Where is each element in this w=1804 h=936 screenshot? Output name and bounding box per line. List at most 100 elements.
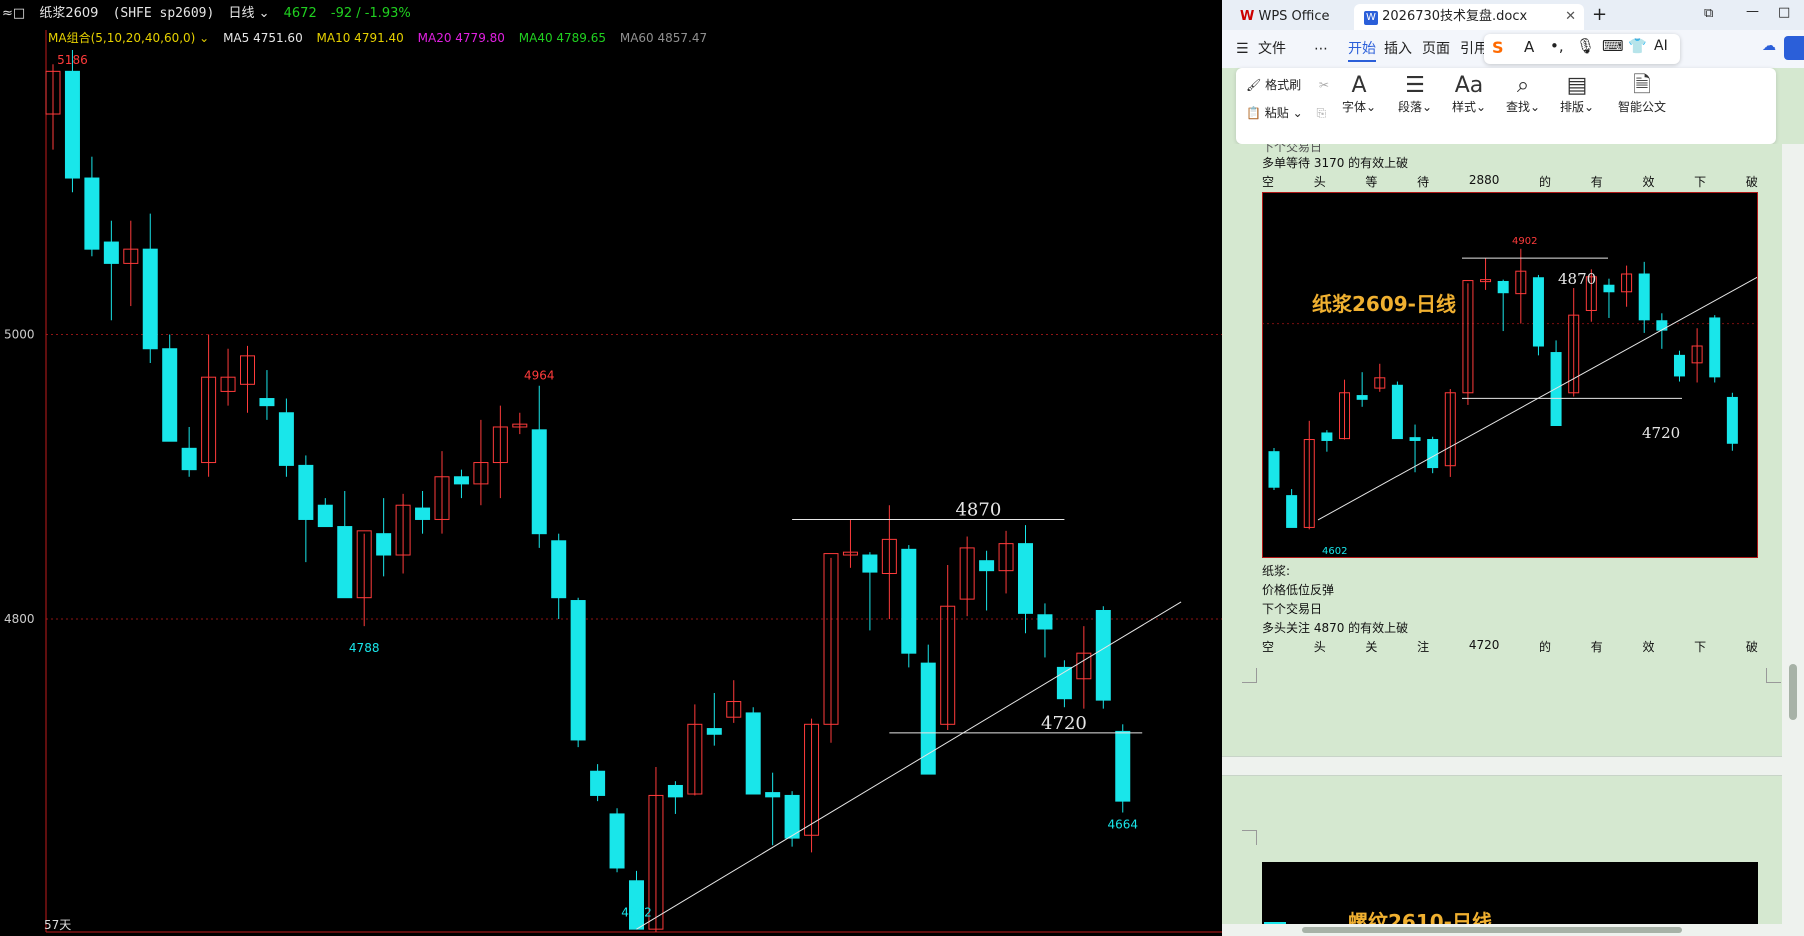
ma40-value: MA40 4789.65 <box>518 31 607 45</box>
candle-body <box>453 476 469 485</box>
ma-group-select[interactable]: MA组合(5,10,20,40,60,0) ⌄ <box>48 28 209 48</box>
kline-chart[interactable]: 5000 4800 4870 4720 5186 4964 4788 4602 4664 <box>0 0 1222 936</box>
minimize-icon[interactable]: — <box>1746 4 1759 19</box>
skin-icon[interactable]: 👕 <box>1628 37 1647 55</box>
cloud-icon[interactable]: ☁ <box>1762 38 1776 54</box>
page-corner-mark <box>1766 668 1781 683</box>
candle-body <box>979 560 995 572</box>
doc-spread-word: 的 <box>1539 640 1552 654</box>
menu-icon[interactable]: ☰ <box>1236 38 1249 60</box>
candle-body <box>376 533 392 556</box>
doc-spread-word: 头 <box>1313 175 1326 189</box>
doc-spread-word: 下 <box>1694 175 1707 189</box>
style-icon: Aa <box>1454 73 1484 98</box>
candle-body <box>901 548 917 654</box>
doc-spread-word: 空 <box>1262 175 1275 189</box>
y-tick-label: 4800 <box>4 612 35 626</box>
chart-header: ≈□ 纸浆2609 (SHFE sp2609) 日线 ⌄ 4672 -92 / … <box>0 0 1222 28</box>
doc-spread-word: 的 <box>1539 175 1552 189</box>
embedded-chart-level-4870: 4870 <box>1558 270 1597 288</box>
menu-page[interactable]: 页面 <box>1422 38 1450 60</box>
candle-body <box>706 728 722 735</box>
tab-document[interactable]: W 2026730技术复盘.docx ✕ <box>1354 4 1584 30</box>
mini-candle-body <box>1532 277 1544 347</box>
doc-spread-word: 2880 <box>1468 173 1500 187</box>
mini-candle-body <box>1497 280 1509 294</box>
find-button[interactable]: ⌕ 查找⌄ <box>1498 74 1548 115</box>
doc-spread-word: 下 <box>1694 640 1707 654</box>
maximize-icon[interactable]: □ <box>1778 5 1790 20</box>
copy-icon[interactable]: ⎘ <box>1317 106 1327 120</box>
paste-button[interactable]: 📋 粘贴 ⌄ ⎘ <box>1246 104 1326 121</box>
new-tab-icon[interactable]: + <box>1592 4 1607 25</box>
font-button[interactable]: A 字体⌄ <box>1334 74 1384 115</box>
ma60-value: MA60 4857.47 <box>619 31 708 45</box>
cut-icon[interactable]: ✂ <box>1319 78 1329 92</box>
menu-file[interactable]: 文件 <box>1258 38 1286 60</box>
page-break <box>1222 756 1782 776</box>
scroll-thumb[interactable] <box>1302 927 1682 933</box>
embedded-chart-title: 纸浆2609-日线 <box>1312 292 1456 316</box>
candle-body <box>415 507 431 520</box>
paste-icon: 📋 <box>1246 106 1261 120</box>
format-painter-button[interactable]: 🖌 格式刷 ✂ <box>1246 76 1329 93</box>
ma-group-label: MA组合(5,10,20,40,60,0) <box>48 31 196 45</box>
candle-body <box>142 248 158 350</box>
wps-menu-bar: ☰ 文件 ⋯ 开始 插入 页面 引用 S A •, 🎙 ⌨ 👕 AI ☁ <box>1222 30 1804 68</box>
symbol-name[interactable]: 纸浆2609 <box>39 0 98 28</box>
doc-spread-word: 等 <box>1365 175 1378 189</box>
scroll-thumb[interactable] <box>1789 664 1797 720</box>
more-icon[interactable]: ⋯ <box>1314 38 1328 60</box>
restore-window-icon[interactable]: ⧉ <box>1704 6 1713 21</box>
smart-doc-button[interactable]: 🗎 智能公文 <box>1610 74 1674 115</box>
ma5-value: MA5 4751.60 <box>223 31 303 45</box>
doc-spread-word: 待 <box>1417 175 1430 189</box>
ai-icon[interactable]: AI <box>1654 38 1668 54</box>
floating-toolbar: S A •, 🎙 ⌨ 👕 AI <box>1484 34 1680 64</box>
embedded-chart-low: 4602 <box>1322 546 1348 557</box>
level-label: 4720 <box>1041 713 1087 734</box>
horizontal-scrollbar[interactable] <box>1222 924 1782 936</box>
embedded-chart-pulp[interactable]: 纸浆2609-日线 4902 4602 4870 4720 <box>1262 192 1759 558</box>
format-painter-label: 格式刷 <box>1265 78 1302 92</box>
keyboard-icon[interactable]: ⌨ <box>1602 37 1624 55</box>
sogou-icon[interactable]: S <box>1492 38 1504 57</box>
document-icon: 🗎 <box>1633 73 1651 98</box>
document-canvas[interactable]: 下个交易日 多单等待 3170 的有效上破 空头等待 2880 的有效下破 纸浆26… <box>1222 144 1782 936</box>
style-button[interactable]: Aa 样式⌄ <box>1444 74 1494 115</box>
doc-note-1: 价格低位反弹 <box>1262 583 1335 597</box>
layout-button[interactable]: ▤ 排版⌄ <box>1552 74 1602 115</box>
price-annotation: 4602 <box>621 906 652 920</box>
mini-candle-body <box>1391 384 1403 440</box>
font-icon[interactable]: A <box>1524 38 1534 56</box>
doc-spread-word: 4720 <box>1468 638 1500 652</box>
period-select[interactable]: 日线 ⌄ <box>228 0 269 28</box>
mini-candle-body <box>1709 317 1721 378</box>
style-label: 样式 <box>1451 100 1476 114</box>
ma-header: MA组合(5,10,20,40,60,0) ⌄ MA5 4751.60 MA10… <box>48 28 717 48</box>
microphone-icon[interactable]: 🎙 <box>1576 37 1595 55</box>
candle-body <box>784 794 800 839</box>
punctuation-icon[interactable]: •, <box>1550 37 1564 55</box>
mini-candle-body <box>1726 396 1738 444</box>
share-button[interactable] <box>1784 36 1804 60</box>
doc-note-title: 纸浆: <box>1262 564 1291 578</box>
candle-body <box>181 447 197 471</box>
price-annotation: 4964 <box>524 369 555 383</box>
candle-body <box>103 241 119 264</box>
chevron-down-icon: ⌄ <box>195 31 210 45</box>
vertical-scrollbar[interactable] <box>1782 144 1804 936</box>
window-icon[interactable]: ≈□ <box>2 0 25 28</box>
menu-home[interactable]: 开始 <box>1348 38 1376 62</box>
doc-spread-word: 关 <box>1365 640 1378 654</box>
paragraph-button[interactable]: ☰ 段落⌄ <box>1390 74 1440 115</box>
font-label: 字体 <box>1341 100 1366 114</box>
word-doc-icon: W <box>1364 11 1378 25</box>
mini-candle-body <box>1656 320 1668 331</box>
menu-insert[interactable]: 插入 <box>1384 38 1412 60</box>
tab-wps-office[interactable]: W WPS Office <box>1230 4 1340 30</box>
candle-body <box>570 600 586 741</box>
kline-chart-pane[interactable]: 5000 4800 4870 4720 5186 4964 4788 4602 4664 ≈□ … <box>0 0 1222 936</box>
close-icon[interactable]: ✕ <box>1565 4 1576 30</box>
wps-window[interactable]: W WPS Office W 2026730技术复盘.docx ✕ + ⧉ — … <box>1222 0 1804 936</box>
